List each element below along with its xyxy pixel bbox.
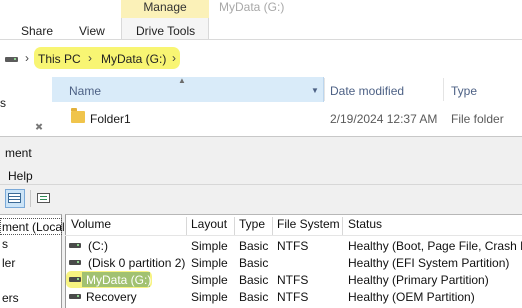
column-header-date-modified[interactable]: Date modified [330, 84, 404, 98]
volume-type: Basic [239, 239, 269, 253]
volume-status: Healthy (Boot, Page File, Crash D [348, 239, 522, 253]
column-header-type[interactable]: Type [239, 217, 265, 236]
volume-icon [69, 243, 81, 248]
volume-name: (Disk 0 partition 2) [88, 256, 186, 270]
volume-status: Healthy (Primary Partition) [348, 273, 489, 287]
volume-layout: Simple [191, 239, 228, 253]
volume-icon [69, 260, 81, 265]
tree-item-partial[interactable]: ers [2, 291, 19, 305]
breadcrumb-mydata[interactable]: MyData (G:) [101, 52, 166, 66]
window-title: MyData (G:) [219, 0, 285, 14]
column-header-status[interactable]: Status [348, 217, 382, 236]
breadcrumb-this-pc[interactable]: This PC [38, 52, 81, 66]
graphical-view-icon [8, 193, 21, 203]
file-date: 2/19/2024 12:37 AM [330, 112, 438, 126]
ribbon: Manage MyData (G:) Share View Drive Tool… [0, 0, 522, 39]
toolbar-separator [30, 190, 31, 207]
manage-context-header[interactable]: Manage [121, 0, 209, 18]
tree-item-disk-management[interactable]: ment (Local [2, 220, 65, 234]
address-bar[interactable]: › This PC › MyData (G:) › [0, 44, 522, 74]
volume-status: Healthy (OEM Partition) [348, 290, 475, 304]
volume-layout: Simple [191, 273, 228, 287]
volume-name: MyData (G:) [86, 273, 152, 287]
tree-item-partial[interactable]: ler [2, 256, 15, 270]
column-divider[interactable] [272, 217, 273, 235]
volume-layout: Simple [191, 256, 228, 270]
volume-icon [69, 277, 81, 282]
toolbar-divider [0, 184, 522, 185]
tree-item-partial[interactable]: s [2, 237, 8, 251]
menu-item-partial[interactable]: ment [5, 146, 32, 160]
column-divider[interactable] [186, 217, 187, 235]
tab-drive-tools[interactable]: Drive Tools [136, 24, 195, 38]
volume-fs: NTFS [277, 239, 309, 253]
column-header-name[interactable]: Name [69, 84, 101, 98]
column-divider[interactable] [324, 78, 325, 101]
list-view-icon[interactable] [37, 193, 50, 203]
column-header-type[interactable]: Type [451, 84, 477, 98]
volume-type: Basic [239, 290, 269, 304]
file-type: File folder [451, 112, 504, 126]
volume-layout: Simple [191, 290, 228, 304]
drive-icon [5, 57, 18, 62]
volume-type: Basic [239, 256, 269, 270]
nav-item-partial[interactable]: s [0, 96, 6, 110]
column-divider[interactable] [342, 217, 343, 235]
column-header-layout[interactable]: Layout [191, 217, 227, 236]
ribbon-divider [0, 39, 522, 40]
volume-fs: NTFS [277, 273, 309, 287]
file-name: Folder1 [90, 112, 131, 126]
menu-help[interactable]: Help [8, 169, 33, 183]
tab-share[interactable]: Share [21, 24, 53, 38]
chevron-right-icon[interactable]: › [88, 51, 92, 65]
volume-name: Recovery [86, 290, 137, 304]
volume-type: Basic [239, 273, 269, 287]
chevron-down-icon[interactable]: ▼ [311, 86, 319, 95]
tab-view[interactable]: View [79, 24, 105, 38]
column-divider[interactable] [234, 217, 235, 235]
volume-fs: NTFS [277, 290, 309, 304]
chevron-up-icon: ▲ [178, 76, 186, 85]
column-divider[interactable] [443, 78, 444, 101]
folder-icon [71, 108, 85, 123]
chevron-right-icon[interactable]: › [172, 51, 176, 65]
volume-status: Healthy (EFI System Partition) [348, 256, 510, 270]
column-header-file-system[interactable]: File System [277, 217, 340, 236]
volume-name: (C:) [88, 239, 108, 253]
chevron-right-icon[interactable]: › [25, 51, 29, 65]
column-header-volume[interactable]: Volume [71, 217, 111, 236]
header-underline [65, 235, 522, 236]
volume-icon [69, 294, 81, 299]
